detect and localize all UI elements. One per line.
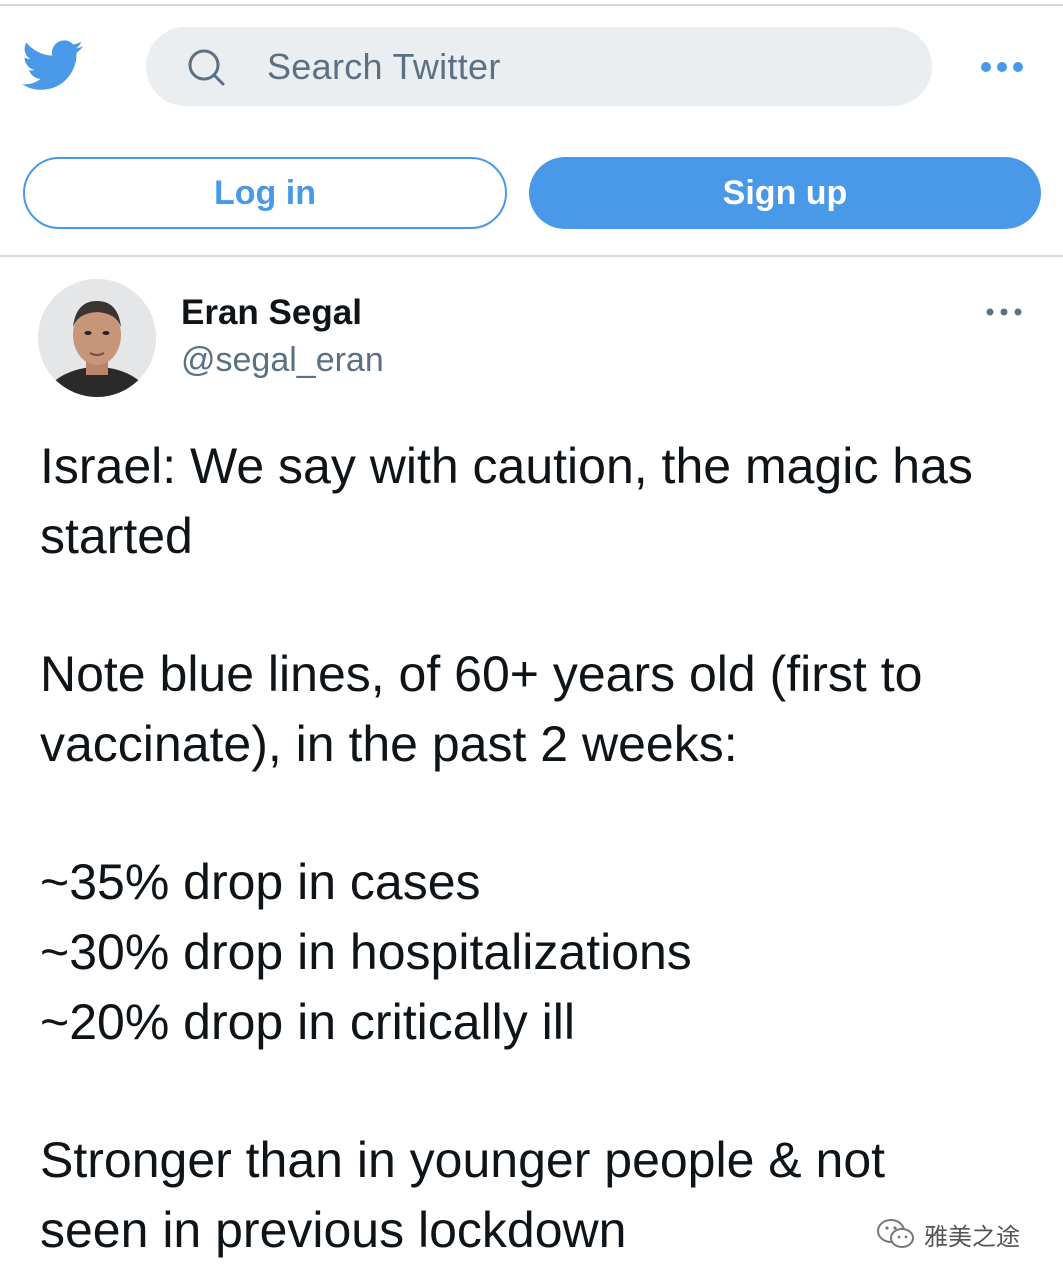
tweet-line: ~30% drop in hospitalizations <box>40 924 692 980</box>
tweet-line: started <box>40 508 193 564</box>
tweet-line: ~20% drop in critically ill <box>40 994 575 1050</box>
twitter-bird-icon[interactable] <box>22 40 84 92</box>
search-input-placeholder[interactable]: Search Twitter <box>267 47 501 87</box>
tweet-line: Note blue lines, of 60+ years old (first… <box>40 646 923 702</box>
avatar[interactable] <box>38 279 156 397</box>
author-handle[interactable]: @segal_eran <box>181 339 384 381</box>
tweet-text: Israel: We say with caution, the magic h… <box>40 431 1030 1265</box>
tweet-line: ~35% drop in cases <box>40 854 481 910</box>
watermark: 雅美之途 <box>876 1214 1020 1254</box>
tweet-line: Israel: We say with caution, the magic h… <box>40 438 973 494</box>
login-button[interactable]: Log in <box>23 157 507 229</box>
author-name[interactable]: Eran Segal <box>181 292 362 334</box>
search-bar[interactable]: Search Twitter <box>146 27 932 106</box>
top-bar: Search Twitter <box>0 0 1063 130</box>
signup-button[interactable]: Sign up <box>529 157 1041 229</box>
tweet-line: vaccinate), in the past 2 weeks: <box>40 716 738 772</box>
auth-buttons: Log in Sign up <box>0 150 1063 240</box>
wechat-icon <box>876 1217 916 1251</box>
search-icon <box>186 47 226 87</box>
tweet-more-icon[interactable] <box>984 302 1024 322</box>
watermark-text: 雅美之途 <box>924 1222 1020 1251</box>
divider <box>0 255 1063 257</box>
more-horizontal-icon[interactable] <box>978 54 1026 80</box>
tweet-line: Stronger than in younger people & not <box>40 1132 886 1188</box>
